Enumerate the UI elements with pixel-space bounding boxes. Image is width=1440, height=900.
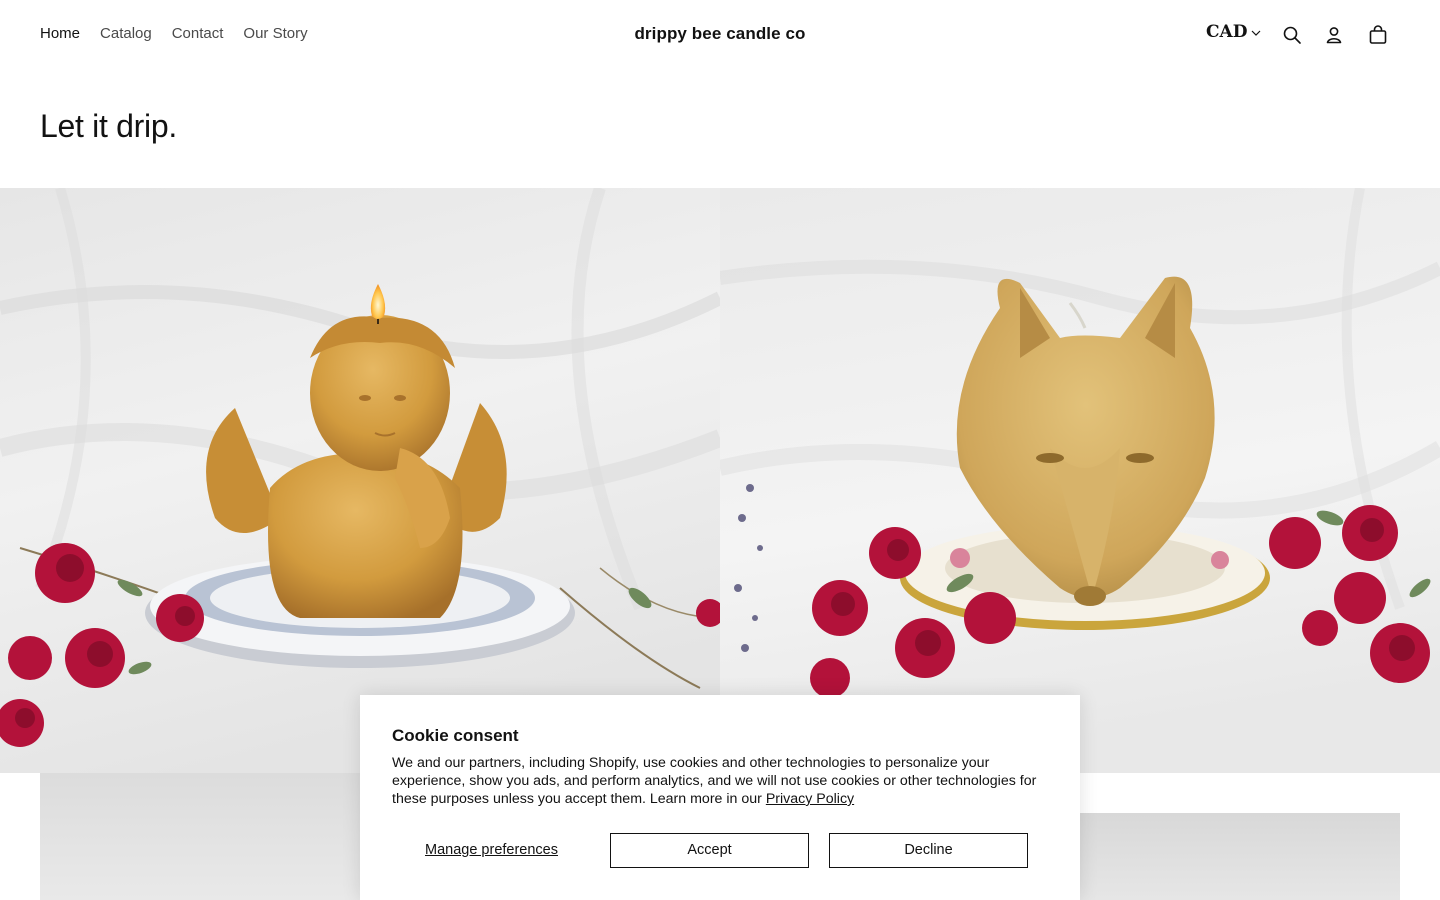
hero-image-wolf — [720, 188, 1440, 773]
chevron-down-icon — [1252, 30, 1261, 36]
account-icon[interactable] — [1323, 24, 1345, 46]
cookie-consent-banner: Cookie consent We and our partners, incl… — [360, 695, 1080, 900]
privacy-policy-link[interactable]: Privacy Policy — [766, 791, 854, 807]
product-card-image[interactable] — [1080, 813, 1400, 900]
cookie-actions: Manage preferences Accept Decline — [392, 833, 1048, 868]
hero-image-banner — [0, 188, 1440, 773]
manage-preferences-button[interactable]: Manage preferences — [425, 842, 558, 858]
currency-selector[interactable]: CAD — [1206, 22, 1261, 42]
currency-label: CAD — [1206, 22, 1248, 42]
hero-image-cherub — [0, 188, 720, 773]
cookie-consent-title: Cookie consent — [392, 726, 519, 745]
decline-button[interactable]: Decline — [829, 833, 1028, 868]
hero-heading: Let it drip. — [40, 108, 177, 144]
search-icon[interactable] — [1281, 24, 1303, 46]
cookie-consent-text: We and our partners, including Shopify, … — [392, 754, 1048, 808]
cookie-consent-body: We and our partners, including Shopify, … — [392, 755, 1037, 807]
cart-icon[interactable] — [1367, 24, 1389, 46]
site-header: Home Catalog Contact Our Story drippy be… — [0, 0, 1440, 70]
accept-button[interactable]: Accept — [610, 833, 809, 868]
